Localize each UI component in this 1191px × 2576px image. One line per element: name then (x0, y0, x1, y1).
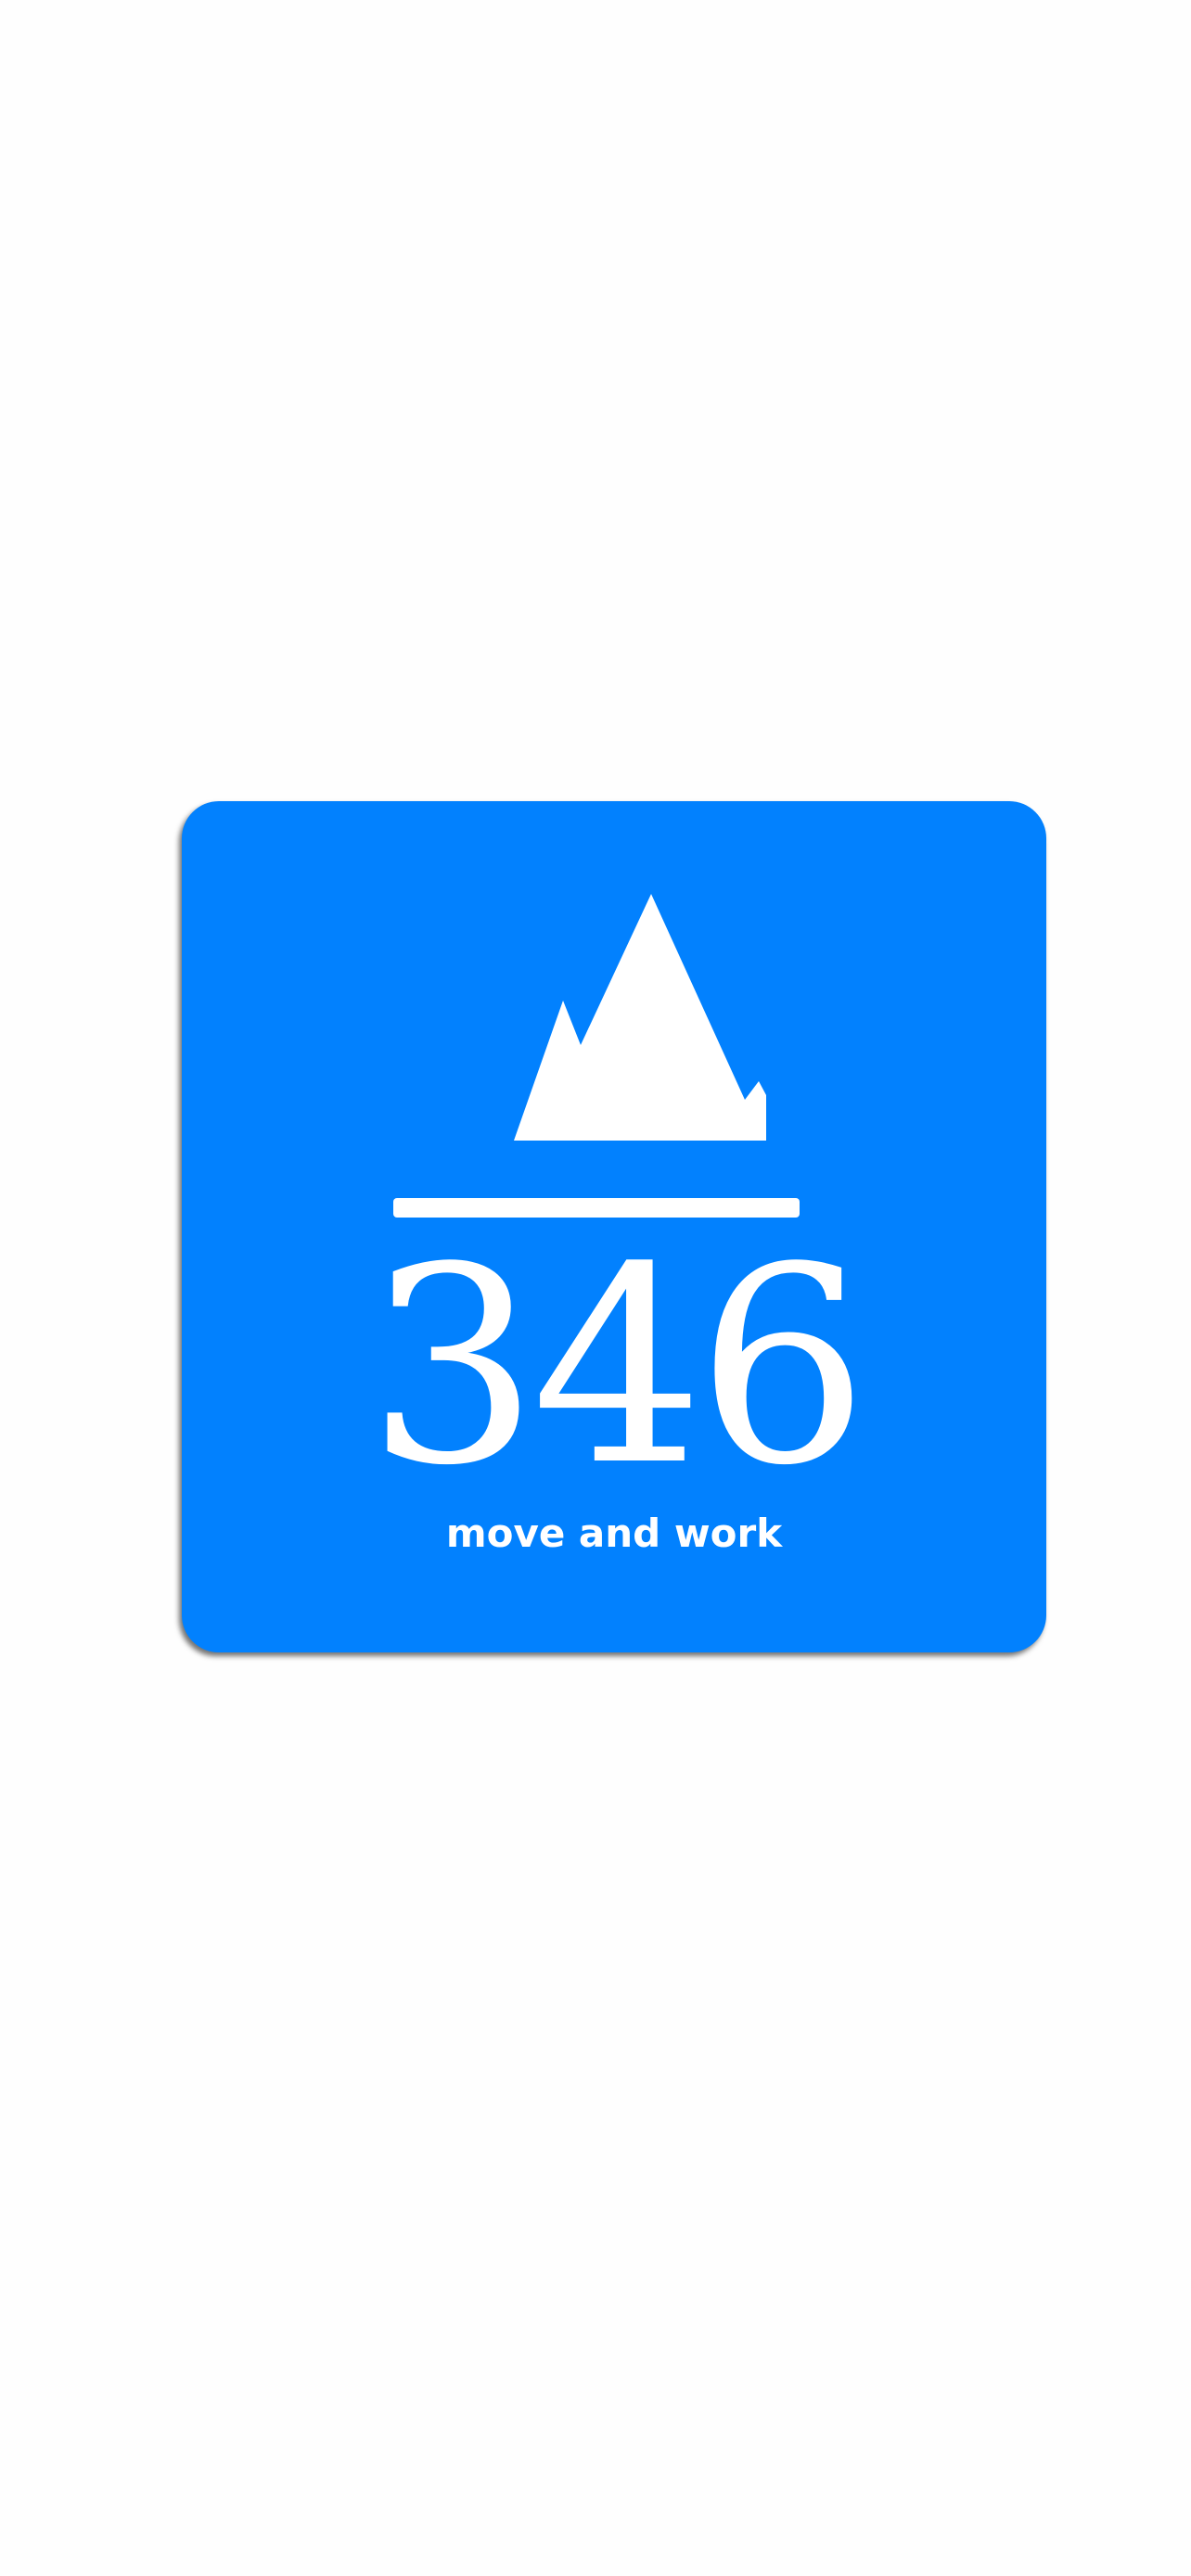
app-logo: 346 move and work (182, 801, 1046, 1652)
mountain-icon (514, 894, 766, 1141)
logo-tagline: move and work (445, 1511, 783, 1556)
logo-number: 346 (366, 1209, 868, 1524)
splash-screen: 346 move and work (0, 0, 1191, 2576)
